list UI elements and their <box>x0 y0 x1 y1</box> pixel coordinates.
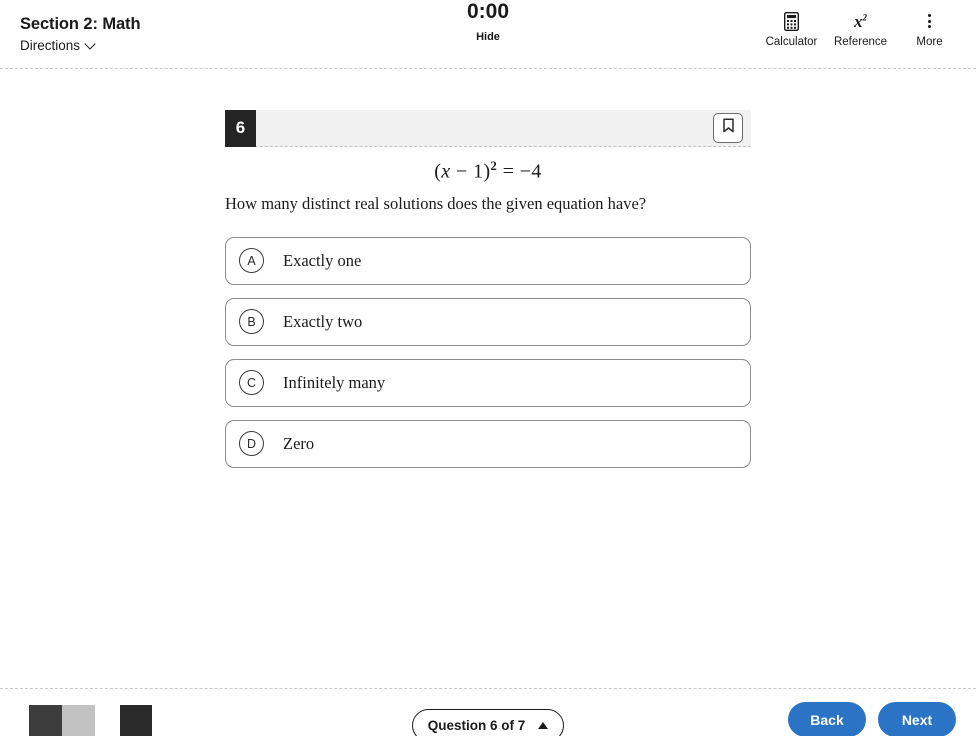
reference-button[interactable]: x2 Reference <box>826 0 895 48</box>
reference-glyph-exponent: 2 <box>862 11 868 22</box>
choice-letter-a: A <box>239 248 264 274</box>
more-label: More <box>916 36 943 48</box>
choice-letter-b: B <box>239 309 264 335</box>
question-number-badge: 6 <box>225 109 256 147</box>
student-name-redacted <box>29 705 152 737</box>
calculator-button[interactable]: Calculator <box>757 0 826 48</box>
next-button[interactable]: Next <box>878 702 956 737</box>
calculator-icon <box>784 10 799 32</box>
answer-choice-c[interactable]: C Infinitely many <box>225 358 751 407</box>
section-info: Section 2: Math Directions <box>20 0 141 68</box>
question-header-bar: 6 <box>225 109 751 147</box>
choice-text-b: Exactly two <box>283 311 363 331</box>
equation-rhs: −4 <box>519 160 542 183</box>
chevron-down-icon <box>86 40 96 50</box>
timer-hide-button[interactable]: Hide <box>467 31 509 43</box>
redacted-block-3 <box>120 705 152 737</box>
choice-letter-d: D <box>239 431 264 457</box>
x-squared-icon: x2 <box>854 10 867 32</box>
choice-text-a: Exactly one <box>283 250 362 270</box>
top-toolbar: Section 2: Math Directions 0:00 Hide Cal… <box>0 0 976 69</box>
redacted-block-1 <box>29 705 62 737</box>
question-panel: 6 (x − 1)2 = −4 How many distinct real s… <box>0 69 976 688</box>
equation-equals: = <box>497 160 520 183</box>
redacted-block-2 <box>62 705 95 737</box>
bookmark-icon <box>722 118 735 138</box>
question-navigator-label: Question 6 of 7 <box>427 718 526 733</box>
question-block: 6 (x − 1)2 = −4 How many distinct real s… <box>225 109 751 468</box>
back-button[interactable]: Back <box>788 702 866 737</box>
choice-letter-c: C <box>239 370 264 396</box>
directions-toggle[interactable]: Directions <box>20 38 140 53</box>
tool-buttons: Calculator x2 Reference More <box>757 0 964 68</box>
equation-display: (x − 1)2 = −4 <box>225 159 751 184</box>
more-button[interactable]: More <box>895 0 964 48</box>
reference-label: Reference <box>833 36 888 48</box>
navigation-buttons: Back Next <box>788 702 956 737</box>
section-title: Section 2: Math <box>20 15 141 34</box>
answer-choice-d[interactable]: D Zero <box>225 419 751 468</box>
choice-text-d: Zero <box>283 433 315 453</box>
answer-choice-b[interactable]: B Exactly two <box>225 297 751 346</box>
kebab-menu-icon <box>928 10 931 32</box>
answer-choices: A Exactly one B Exactly two C Infinitely… <box>225 236 751 468</box>
triangle-up-icon <box>538 722 549 729</box>
reference-glyph-base: x <box>854 11 863 31</box>
footer-spacer <box>0 736 976 756</box>
choice-text-c: Infinitely many <box>283 372 386 392</box>
timer-value: 0:00 <box>466 0 510 23</box>
equation-rparen: ) <box>483 160 491 183</box>
equation-variable: x <box>441 160 451 183</box>
answer-choice-a[interactable]: A Exactly one <box>225 236 751 285</box>
calculator-label: Calculator <box>765 36 818 48</box>
equation-one: 1 <box>473 160 484 183</box>
test-app-window: Section 2: Math Directions 0:00 Hide Cal… <box>0 0 976 756</box>
directions-label: Directions <box>20 37 81 53</box>
question-prompt: How many distinct real solutions does th… <box>225 193 647 213</box>
bookmark-button[interactable] <box>713 113 743 143</box>
equation-minus: − <box>450 160 474 183</box>
